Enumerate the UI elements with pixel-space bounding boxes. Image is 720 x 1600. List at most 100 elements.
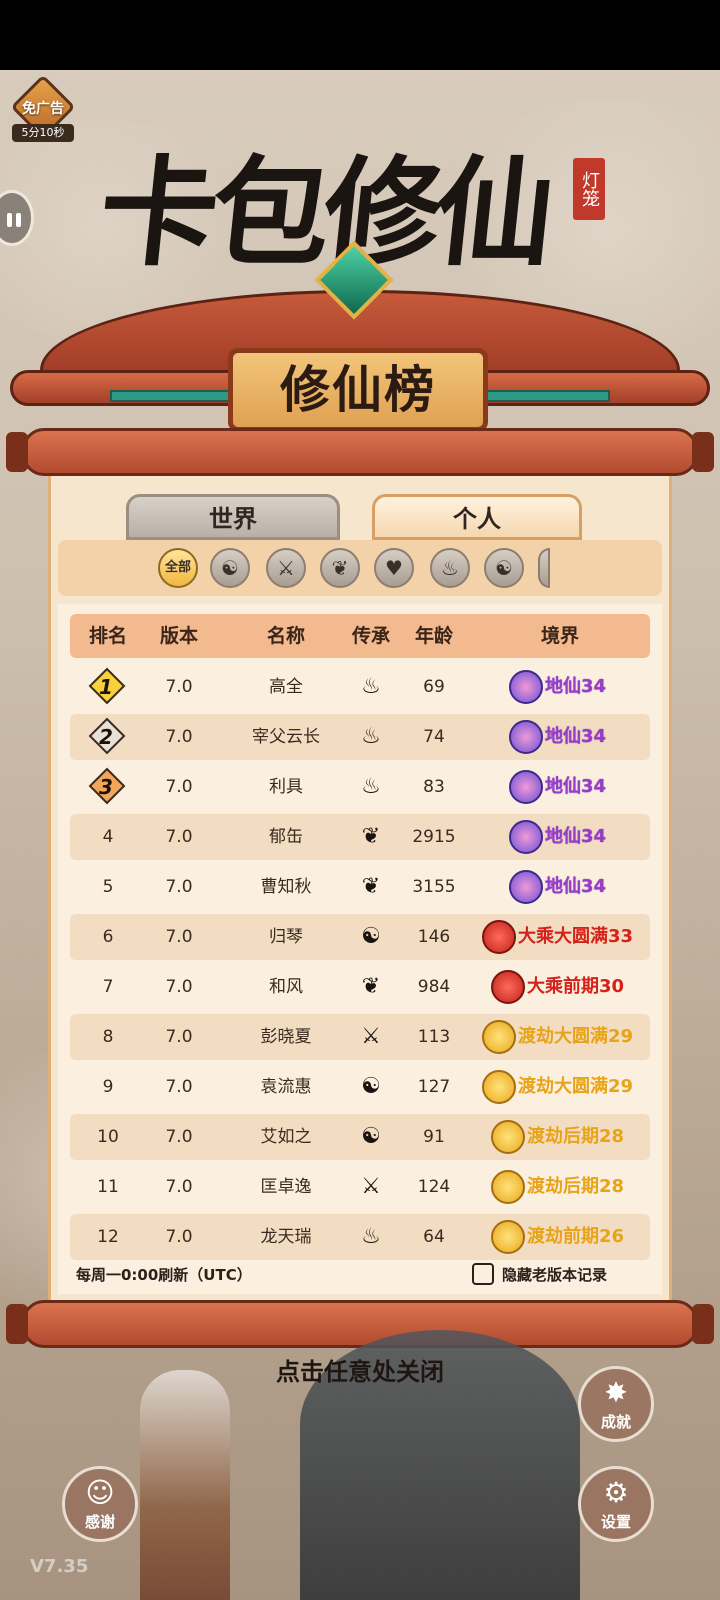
refresh-note: 每周一0:00刷新（UTC） [76,1266,252,1284]
settings-button[interactable]: ⚙ 设置 [578,1466,654,1542]
realm-emblem-icon [482,920,516,954]
name-cell: 利具 [269,777,303,797]
name-cell: 郁缶 [269,827,303,847]
book-icon[interactable]: ❦ [320,548,360,588]
name-cell: 归琴 [269,927,303,947]
yin-yang-icon: ☯ [361,1074,381,1099]
flame-icon: ♨ [361,674,381,699]
scroll-rod-top [22,428,698,476]
hide-old-label[interactable]: 隐藏老版本记录 [502,1264,607,1285]
tab-world[interactable]: 世界 [126,494,340,540]
realm-label: 地仙34 [545,876,607,897]
version-cell: 7.0 [165,827,193,847]
table-row[interactable]: 12 7.0 龙天瑞 64 ♨ 渡劫前期26 [70,1214,650,1260]
scroll-end-cap [692,1304,714,1344]
realm-cell: 渡劫后期28 [468,1164,648,1210]
realm-label: 地仙34 [545,826,607,847]
taiji-icon[interactable]: ☯ [210,548,250,588]
filter-all-chip[interactable]: 全部 [158,548,198,588]
table-row[interactable]: 3 7.0 利具 83 ♨ 地仙34 [70,764,650,810]
remove-ads-button[interactable]: 免广告 5分10秒 [10,74,76,144]
realm-label: 大乘前期30 [527,976,625,997]
sword-emblem-icon[interactable]: ⚔ [266,548,306,588]
rank-cell: 5 [102,877,114,897]
table-row[interactable]: 8 7.0 彭晓夏 113 ⚔ 渡劫大圆满29 [70,1014,650,1060]
rank-cell: 11 [97,1177,119,1197]
name-cell: 和风 [269,977,303,997]
leaderboard-table: 排名 版本 名称 传承 年龄 境界 1 7.0 高全 69 ♨ 地仙34 2 7.0 宰父云长 7… [58,604,662,1294]
realm-emblem-icon [509,820,543,854]
realm-cell: 渡劫前期26 [468,1214,648,1260]
name-cell: 曹知秋 [260,877,312,897]
name-cell: 龙天瑞 [260,1227,312,1247]
version-cell: 7.0 [165,927,193,947]
flame-icon: ♨ [361,724,381,749]
yin-yang-icon[interactable]: ☯ [484,548,524,588]
leaderboard-title: 修仙榜 [280,360,436,419]
rank-cell: 10 [97,1127,119,1147]
realm-label: 大乘大圆满33 [518,926,634,947]
table-row[interactable]: 11 7.0 匡卓逸 124 ⚔ 渡劫后期28 [70,1164,650,1210]
scroll-end-cap [6,432,28,472]
sword-emblem-icon: ⚔ [361,1024,381,1049]
realm-emblem-icon [509,770,543,804]
realm-emblem-icon [491,1220,525,1254]
table-header: 排名 版本 名称 传承 年龄 境界 [70,614,650,658]
realm-label: 地仙34 [545,726,607,747]
thanks-button[interactable]: ☺ 感谢 [62,1466,138,1542]
hide-old-checkbox[interactable] [472,1263,494,1285]
table-row[interactable]: 4 7.0 郁缶 2915 ❦ 地仙34 [70,814,650,860]
table-row[interactable]: 2 7.0 宰父云长 74 ♨ 地仙34 [70,714,650,760]
realm-cell: 地仙34 [468,864,648,910]
age-cell: 91 [423,1127,445,1147]
rank-cell: 3 [99,775,113,799]
rank-cell: 2 [99,725,113,749]
book-icon: ❦ [361,824,381,849]
name-cell: 彭晓夏 [260,1027,312,1047]
flame-icon: ♨ [361,1224,381,1249]
character-arm [140,1370,230,1600]
heart-icon[interactable]: ♥ [374,548,414,588]
age-cell: 64 [423,1227,445,1247]
tab-personal[interactable]: 个人 [372,494,582,540]
rank-cell: 12 [97,1227,119,1247]
realm-emblem-icon [509,670,543,704]
age-cell: 127 [417,1077,451,1097]
table-row[interactable]: 10 7.0 艾如之 91 ☯ 渡劫后期28 [70,1114,650,1160]
realm-emblem-icon [491,1120,525,1154]
scroll-end-cap [6,1304,28,1344]
table-row[interactable]: 9 7.0 袁流惠 127 ☯ 渡劫大圆满29 [70,1064,650,1110]
rank-cell: 6 [102,927,114,947]
col-realm: 境界 [540,625,579,647]
age-cell: 146 [417,927,451,947]
name-cell: 宰父云长 [252,727,320,747]
realm-cell: 渡劫大圆满29 [468,1014,648,1060]
yin-yang-icon: ☯ [361,924,381,949]
realm-cell: 渡劫后期28 [468,1114,648,1160]
achievement-label: 成就 [600,1413,631,1431]
achievement-button[interactable]: ✸ 成就 [578,1366,654,1442]
realm-emblem-icon [482,1020,516,1054]
version-cell: 7.0 [165,727,193,747]
flame-icon: ♨ [361,774,381,799]
table-row[interactable]: 5 7.0 曹知秋 3155 ❦ 地仙34 [70,864,650,910]
version-cell: 7.0 [165,777,193,797]
table-row[interactable]: 1 7.0 高全 69 ♨ 地仙34 [70,664,650,710]
name-cell: 高全 [269,677,303,697]
realm-cell: 地仙34 [468,664,648,710]
realm-cell: 地仙34 [468,814,648,860]
realm-label: 渡劫后期28 [527,1126,625,1147]
col-age: 年龄 [414,625,453,647]
realm-cell: 地仙34 [468,764,648,810]
flame-icon[interactable]: ♨ [430,548,470,588]
table-row[interactable]: 6 7.0 归琴 146 ☯ 大乘大圆满33 [70,914,650,960]
scroll-rod-bottom [22,1300,698,1348]
partial-icon[interactable] [538,548,550,588]
table-row[interactable]: 7 7.0 和风 984 ❦ 大乘前期30 [70,964,650,1010]
pause-icon [16,213,21,227]
version-cell: 7.0 [165,1127,193,1147]
rank-cell: 4 [102,827,114,847]
col-lineage: 传承 [351,625,390,647]
name-cell: 艾如之 [260,1127,312,1147]
leaderboard-plaque: 修仙榜 [228,348,488,432]
